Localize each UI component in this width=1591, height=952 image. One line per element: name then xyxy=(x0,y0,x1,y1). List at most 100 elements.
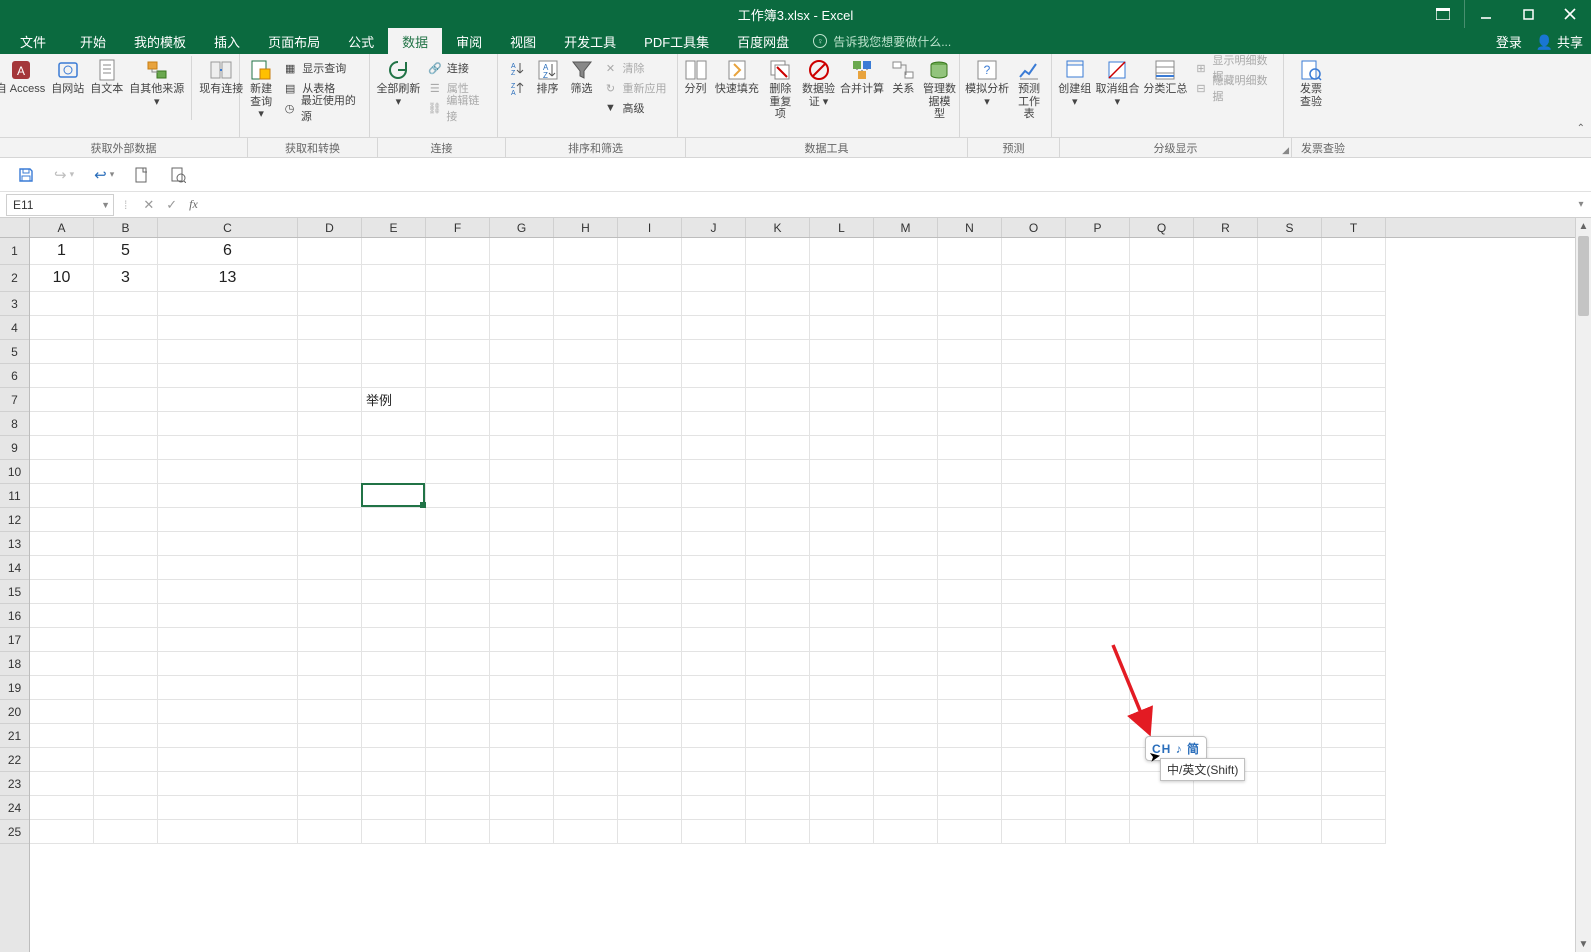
cell-G11[interactable] xyxy=(490,484,554,508)
cell-R9[interactable] xyxy=(1194,436,1258,460)
cell-B18[interactable] xyxy=(94,652,158,676)
cell-S7[interactable] xyxy=(1258,388,1322,412)
cell-H17[interactable] xyxy=(554,628,618,652)
cell-S11[interactable] xyxy=(1258,484,1322,508)
cell-Q10[interactable] xyxy=(1130,460,1194,484)
scroll-down-arrow[interactable]: ▼ xyxy=(1576,936,1591,952)
cell-A24[interactable] xyxy=(30,796,94,820)
cell-N23[interactable] xyxy=(938,772,1002,796)
cell-L3[interactable] xyxy=(810,292,874,316)
cell-I14[interactable] xyxy=(618,556,682,580)
print-preview-button[interactable] xyxy=(170,167,186,183)
cell-Q15[interactable] xyxy=(1130,580,1194,604)
hide-detail-button[interactable]: ⊟隐藏明细数据 xyxy=(1189,78,1279,98)
cell-O3[interactable] xyxy=(1002,292,1066,316)
tab-baidu[interactable]: 百度网盘 xyxy=(723,28,803,54)
cell-J7[interactable] xyxy=(682,388,746,412)
cell-A20[interactable] xyxy=(30,700,94,724)
cell-L16[interactable] xyxy=(810,604,874,628)
cell-G6[interactable] xyxy=(490,364,554,388)
cell-O23[interactable] xyxy=(1002,772,1066,796)
cell-K5[interactable] xyxy=(746,340,810,364)
cell-D9[interactable] xyxy=(298,436,362,460)
row-header-1[interactable]: 1 xyxy=(0,238,29,265)
cell-K11[interactable] xyxy=(746,484,810,508)
cell-S9[interactable] xyxy=(1258,436,1322,460)
cell-C19[interactable] xyxy=(158,676,298,700)
cell-E21[interactable] xyxy=(362,724,426,748)
cell-N16[interactable] xyxy=(938,604,1002,628)
cell-L14[interactable] xyxy=(810,556,874,580)
formula-input[interactable] xyxy=(204,194,1571,216)
cell-L5[interactable] xyxy=(810,340,874,364)
cell-Q9[interactable] xyxy=(1130,436,1194,460)
cell-O10[interactable] xyxy=(1002,460,1066,484)
cell-F20[interactable] xyxy=(426,700,490,724)
cell-I13[interactable] xyxy=(618,532,682,556)
cell-I18[interactable] xyxy=(618,652,682,676)
tab-data[interactable]: 数据 xyxy=(388,28,442,54)
cell-P6[interactable] xyxy=(1066,364,1130,388)
cell-S19[interactable] xyxy=(1258,676,1322,700)
cell-R2[interactable] xyxy=(1194,265,1258,292)
cell-L19[interactable] xyxy=(810,676,874,700)
cell-A17[interactable] xyxy=(30,628,94,652)
cell-P11[interactable] xyxy=(1066,484,1130,508)
cell-S16[interactable] xyxy=(1258,604,1322,628)
cell-E24[interactable] xyxy=(362,796,426,820)
from-access-button[interactable]: A 自 Access xyxy=(0,56,48,98)
cell-J13[interactable] xyxy=(682,532,746,556)
cell-A15[interactable] xyxy=(30,580,94,604)
cell-J22[interactable] xyxy=(682,748,746,772)
cell-M24[interactable] xyxy=(874,796,938,820)
cell-E22[interactable] xyxy=(362,748,426,772)
cell-E16[interactable] xyxy=(362,604,426,628)
cell-C25[interactable] xyxy=(158,820,298,844)
cell-G10[interactable] xyxy=(490,460,554,484)
row-header-9[interactable]: 9 xyxy=(0,436,29,460)
cell-D3[interactable] xyxy=(298,292,362,316)
cell-S17[interactable] xyxy=(1258,628,1322,652)
cell-G24[interactable] xyxy=(490,796,554,820)
row-header-19[interactable]: 19 xyxy=(0,676,29,700)
cell-P22[interactable] xyxy=(1066,748,1130,772)
cell-T7[interactable] xyxy=(1322,388,1386,412)
cell-C6[interactable] xyxy=(158,364,298,388)
cell-H13[interactable] xyxy=(554,532,618,556)
cell-T25[interactable] xyxy=(1322,820,1386,844)
cell-G12[interactable] xyxy=(490,508,554,532)
cell-D15[interactable] xyxy=(298,580,362,604)
column-header-A[interactable]: A xyxy=(30,218,94,237)
save-button[interactable] xyxy=(18,167,34,183)
cell-P13[interactable] xyxy=(1066,532,1130,556)
cell-Q16[interactable] xyxy=(1130,604,1194,628)
cell-J14[interactable] xyxy=(682,556,746,580)
cell-G22[interactable] xyxy=(490,748,554,772)
cell-D7[interactable] xyxy=(298,388,362,412)
cell-C21[interactable] xyxy=(158,724,298,748)
cell-T3[interactable] xyxy=(1322,292,1386,316)
vertical-scrollbar[interactable]: ▲ ▼ xyxy=(1575,218,1591,952)
cell-H11[interactable] xyxy=(554,484,618,508)
cell-A10[interactable] xyxy=(30,460,94,484)
cell-R10[interactable] xyxy=(1194,460,1258,484)
sort-desc-button[interactable]: ZA xyxy=(505,78,529,98)
cell-J19[interactable] xyxy=(682,676,746,700)
row-header-8[interactable]: 8 xyxy=(0,412,29,436)
cell-E25[interactable] xyxy=(362,820,426,844)
cell-L13[interactable] xyxy=(810,532,874,556)
cell-A18[interactable] xyxy=(30,652,94,676)
cell-B14[interactable] xyxy=(94,556,158,580)
cell-D18[interactable] xyxy=(298,652,362,676)
row-header-25[interactable]: 25 xyxy=(0,820,29,844)
cell-C11[interactable] xyxy=(158,484,298,508)
cell-G9[interactable] xyxy=(490,436,554,460)
cell-R3[interactable] xyxy=(1194,292,1258,316)
cell-N5[interactable] xyxy=(938,340,1002,364)
cell-I21[interactable] xyxy=(618,724,682,748)
cell-J17[interactable] xyxy=(682,628,746,652)
cell-M7[interactable] xyxy=(874,388,938,412)
row-header-16[interactable]: 16 xyxy=(0,604,29,628)
cell-L17[interactable] xyxy=(810,628,874,652)
cell-L18[interactable] xyxy=(810,652,874,676)
